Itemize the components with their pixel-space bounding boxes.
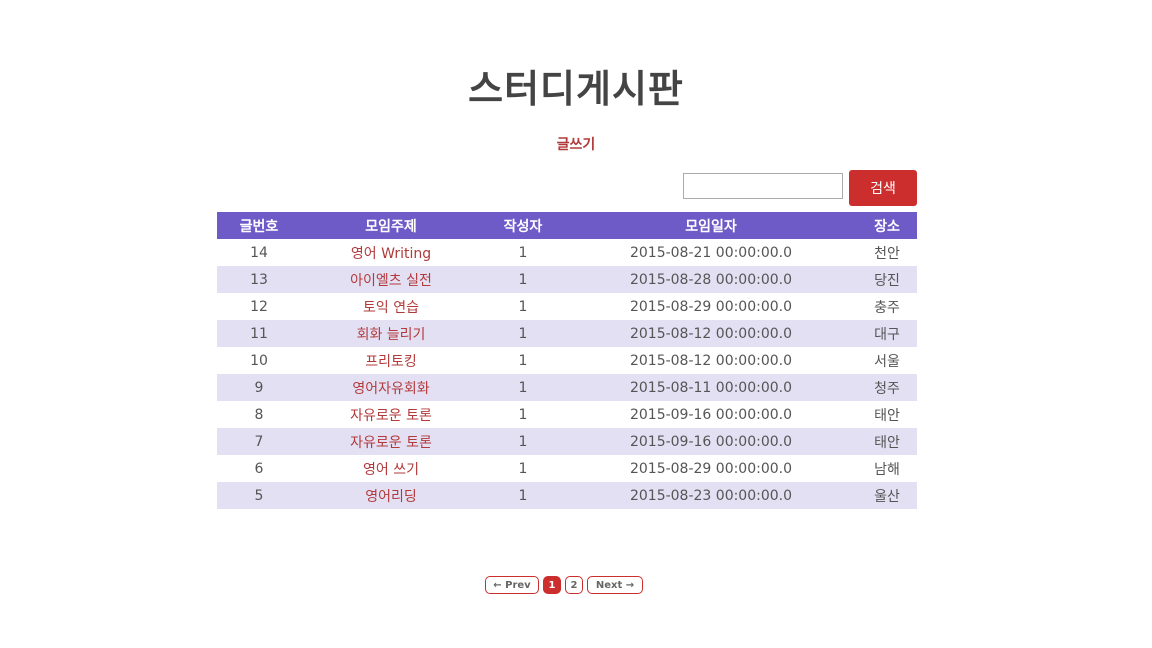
cell-place: 태안	[857, 428, 917, 455]
cell-date: 2015-08-29 00:00:00.0	[629, 298, 793, 315]
cell-writer: 1	[518, 460, 528, 477]
pagination: ← Prev 1 2 Next →	[485, 576, 643, 594]
table-row: 13 아이엘츠 실전 1 2015-08-28 00:00:00.0 당진	[217, 266, 917, 293]
table-row: 11 회화 늘리기 1 2015-08-12 00:00:00.0 대구	[217, 320, 917, 347]
cell-date: 2015-08-21 00:00:00.0	[629, 244, 793, 261]
cell-writer: 1	[518, 244, 528, 261]
cell-no: 10	[250, 352, 268, 369]
cell-no: 8	[254, 406, 264, 423]
table-row: 5 영어리딩 1 2015-08-23 00:00:00.0 울산	[217, 482, 917, 509]
topic-link[interactable]: 자유로운 토론	[350, 435, 432, 451]
cell-no: 6	[254, 460, 264, 477]
search-input[interactable]	[683, 173, 843, 199]
cell-no: 9	[217, 374, 301, 401]
cell-place: 충주	[874, 299, 900, 316]
table-row: 12 토익 연습 1 2015-08-29 00:00:00.0 충주	[217, 293, 917, 320]
cell-topic: 영어 Writing	[301, 239, 481, 266]
header-place: 장소	[857, 212, 917, 239]
search-button[interactable]: 검색	[849, 170, 917, 206]
cell-place: 울산	[857, 482, 917, 509]
topic-link[interactable]: 자유로운 토론	[350, 408, 432, 424]
cell-writer: 1	[518, 352, 528, 369]
topic-link[interactable]: 토익 연습	[363, 300, 419, 316]
header-no: 글번호	[217, 212, 301, 239]
cell-topic: 영어리딩	[301, 482, 481, 509]
topic-link[interactable]: 영어 쓰기	[363, 462, 419, 478]
table-row: 10 프리토킹 1 2015-08-12 00:00:00.0 서울	[217, 347, 917, 374]
topic-link[interactable]: 영어자유회화	[352, 381, 429, 397]
topic-link[interactable]: 영어리딩	[365, 489, 417, 505]
cell-place: 당진	[857, 266, 917, 293]
topic-link[interactable]: 영어 Writing	[351, 246, 431, 262]
cell-date: 2015-09-16 00:00:00.0	[629, 406, 793, 423]
topic-link[interactable]: 프리토킹	[365, 354, 417, 370]
header-topic: 모임주제	[301, 212, 481, 239]
cell-topic: 토익 연습	[301, 293, 481, 320]
cell-place: 천안	[874, 245, 900, 262]
table-row: 9 영어자유회화 1 2015-08-11 00:00:00.0 청주	[217, 374, 917, 401]
cell-writer: 1	[518, 298, 528, 315]
cell-no: 13	[217, 266, 301, 293]
cell-writer: 1	[481, 266, 565, 293]
topic-link[interactable]: 회화 늘리기	[357, 327, 426, 343]
cell-place: 태안	[874, 407, 900, 424]
write-post-link[interactable]: 글쓰기	[557, 137, 596, 153]
cell-no: 5	[217, 482, 301, 509]
cell-date: 2015-08-12 00:00:00.0	[629, 352, 793, 369]
header-writer: 작성자	[481, 212, 565, 239]
cell-place: 남해	[874, 461, 900, 478]
next-page-button[interactable]: Next →	[587, 576, 643, 594]
cell-topic: 프리토킹	[301, 347, 481, 374]
header-date: 모임일자	[565, 212, 857, 239]
table-header-row: 글번호 모임주제 작성자 모임일자 장소	[217, 212, 917, 239]
cell-writer: 1	[518, 406, 528, 423]
study-board-table: 글번호 모임주제 작성자 모임일자 장소 14 영어 Writing 1 201…	[217, 212, 917, 509]
cell-no: 7	[217, 428, 301, 455]
cell-topic: 자유로운 토론	[301, 428, 481, 455]
topic-link[interactable]: 아이엘츠 실전	[350, 273, 432, 289]
cell-no: 11	[217, 320, 301, 347]
cell-topic: 회화 늘리기	[301, 320, 481, 347]
table-row: 14 영어 Writing 1 2015-08-21 00:00:00.0 천안	[217, 239, 917, 266]
cell-date: 2015-08-12 00:00:00.0	[565, 320, 857, 347]
cell-topic: 영어자유회화	[301, 374, 481, 401]
table-row: 6 영어 쓰기 1 2015-08-29 00:00:00.0 남해	[217, 455, 917, 482]
cell-writer: 1	[481, 320, 565, 347]
page-title: 스터디게시판	[468, 67, 684, 111]
write-link-container: 글쓰기	[0, 134, 1152, 154]
cell-place: 청주	[857, 374, 917, 401]
cell-date: 2015-08-11 00:00:00.0	[565, 374, 857, 401]
cell-place: 서울	[874, 353, 900, 370]
page-1-button[interactable]: 1	[543, 576, 561, 594]
cell-no: 12	[250, 298, 268, 315]
prev-page-button[interactable]: ← Prev	[485, 576, 539, 594]
cell-place: 대구	[857, 320, 917, 347]
cell-date: 2015-08-29 00:00:00.0	[629, 460, 793, 477]
cell-topic: 자유로운 토론	[301, 401, 481, 428]
page-2-button[interactable]: 2	[565, 576, 583, 594]
cell-topic: 영어 쓰기	[301, 455, 481, 482]
cell-no: 14	[250, 244, 268, 261]
table-row: 7 자유로운 토론 1 2015-09-16 00:00:00.0 태안	[217, 428, 917, 455]
cell-topic: 아이엘츠 실전	[301, 266, 481, 293]
cell-date: 2015-08-23 00:00:00.0	[565, 482, 857, 509]
cell-date: 2015-09-16 00:00:00.0	[565, 428, 857, 455]
cell-writer: 1	[481, 428, 565, 455]
cell-writer: 1	[481, 374, 565, 401]
table-row: 8 자유로운 토론 1 2015-09-16 00:00:00.0 태안	[217, 401, 917, 428]
cell-writer: 1	[481, 482, 565, 509]
cell-date: 2015-08-28 00:00:00.0	[565, 266, 857, 293]
